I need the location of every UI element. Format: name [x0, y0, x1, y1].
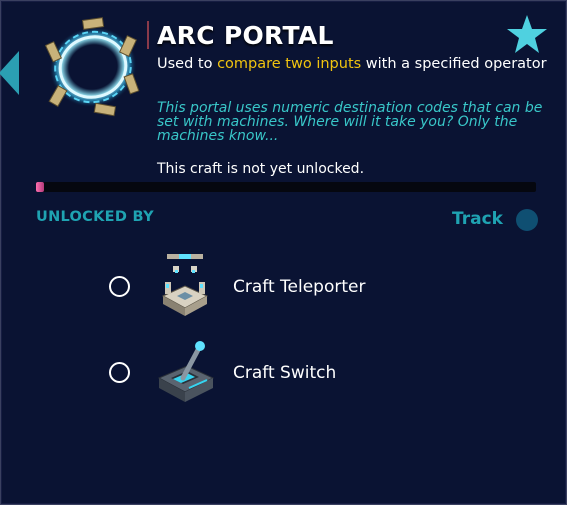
requirement-row-teleporter[interactable]: Craft Teleporter: [1, 252, 566, 322]
craft-detail-panel: ARC PORTAL Used to compare two inputs wi…: [0, 0, 567, 505]
subtitle-suffix: with a specified operator: [361, 56, 547, 72]
requirement-row-switch[interactable]: Craft Switch: [1, 338, 566, 408]
track-toggle[interactable]: [516, 209, 538, 231]
unlock-progress-bar: [36, 182, 536, 192]
track-label[interactable]: Track: [452, 209, 503, 229]
requirement-radio[interactable]: [109, 362, 130, 383]
favorite-star-icon[interactable]: [506, 14, 548, 54]
requirement-label: Craft Teleporter: [233, 277, 366, 297]
teleporter-icon: [161, 254, 209, 316]
subtitle-prefix: Used to: [157, 56, 218, 72]
switch-icon: [157, 341, 215, 402]
craft-lore-text: This portal uses numeric destination cod…: [157, 100, 543, 144]
previous-arrow-icon[interactable]: [0, 51, 21, 95]
title-accent-bar: [147, 21, 149, 49]
unlock-status-text: This craft is not yet unlocked.: [157, 161, 365, 177]
requirement-label: Craft Switch: [233, 363, 337, 383]
unlocked-by-heading: UNLOCKED BY: [36, 209, 154, 225]
arc-portal-icon: [44, 17, 140, 117]
craft-title: ARC PORTAL: [157, 21, 334, 50]
unlock-progress-fill: [36, 182, 44, 192]
craft-subtitle: Used to compare two inputs with a specif…: [157, 56, 547, 72]
requirement-radio[interactable]: [109, 276, 130, 297]
subtitle-highlight: compare two inputs: [217, 56, 362, 72]
